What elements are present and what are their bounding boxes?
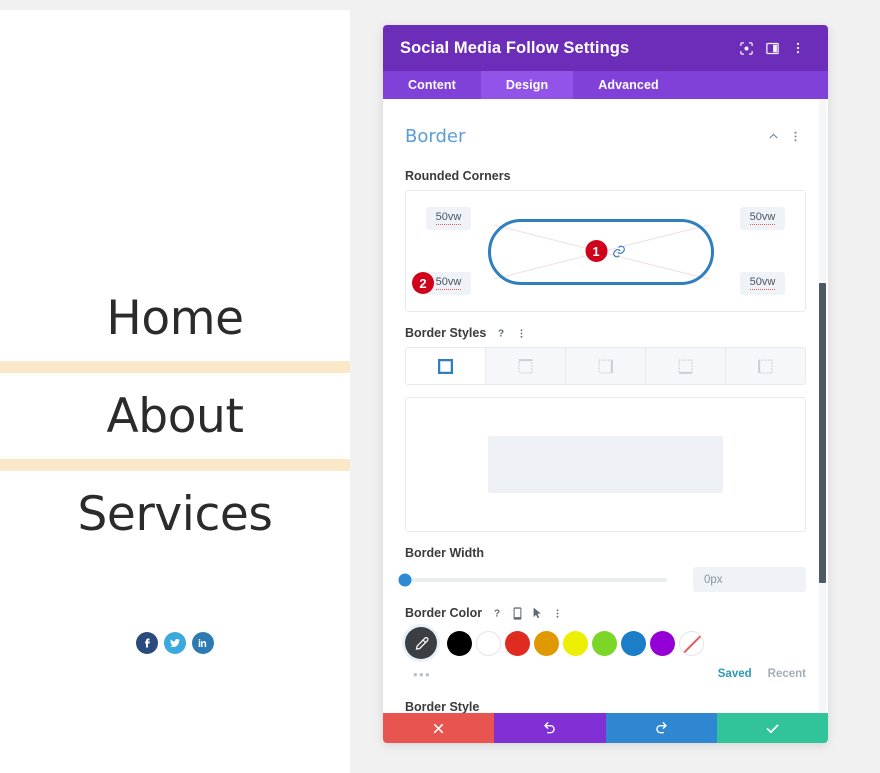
- border-style-label: Border Style: [405, 700, 480, 714]
- border-preview-element: [488, 436, 723, 493]
- corner-input-bottom-right[interactable]: 50vw: [740, 272, 785, 295]
- corner-input-top-left[interactable]: 50vw: [426, 207, 471, 230]
- svg-text:?: ?: [494, 609, 500, 620]
- rounded-corners-control: 50vw 50vw 50vw 50vw 1 2: [405, 190, 806, 312]
- border-section-header: Border: [405, 99, 806, 155]
- more-vertical-icon[interactable]: [785, 35, 811, 61]
- swatch-yellow[interactable]: [563, 630, 588, 656]
- border-styles-label: Border Styles: [405, 326, 487, 340]
- undo-button[interactable]: [494, 713, 606, 743]
- chain-link-icon[interactable]: [611, 244, 626, 259]
- corner-link-group[interactable]: 1: [585, 240, 626, 262]
- cancel-button[interactable]: [383, 713, 495, 743]
- menu-item-label: Services: [77, 486, 273, 542]
- website-preview-panel: Home About Services: [0, 10, 350, 773]
- border-style-right[interactable]: [566, 348, 646, 384]
- tab-content[interactable]: Content: [383, 71, 481, 99]
- svg-text:?: ?: [498, 329, 504, 340]
- eyedropper-icon[interactable]: [405, 627, 437, 659]
- mobile-icon[interactable]: [512, 606, 523, 620]
- split-layout-icon[interactable]: [759, 35, 785, 61]
- swatch-purple[interactable]: [650, 630, 675, 656]
- swatch-green[interactable]: [592, 630, 617, 656]
- menu-item-services[interactable]: Services: [0, 471, 350, 557]
- border-width-slider[interactable]: [398, 573, 667, 586]
- chevron-up-icon[interactable]: [762, 125, 784, 147]
- settings-modal: Social Media Follow Settings Content Des…: [383, 25, 828, 743]
- corner-value: 50vw: [749, 276, 776, 290]
- menu-divider: [0, 459, 350, 471]
- modal-body: Border Rounded Corners 50vw 50vw 50vw 50…: [383, 99, 828, 717]
- border-styles-label-row: Border Styles ?: [405, 326, 806, 340]
- menu-item-about[interactable]: About: [0, 373, 350, 459]
- viewport-focus-icon[interactable]: [733, 35, 759, 61]
- modal-tabs: Content Design Advanced: [383, 71, 828, 99]
- tab-design[interactable]: Design: [480, 71, 574, 99]
- border-width-control: 0px: [398, 567, 806, 592]
- border-style-top[interactable]: [486, 348, 566, 384]
- facebook-icon[interactable]: [136, 632, 158, 654]
- section-title: Border: [405, 125, 466, 147]
- swatch-blue[interactable]: [621, 630, 646, 656]
- border-color-label-row: Border Color ?: [405, 606, 806, 620]
- border-color-label: Border Color: [405, 606, 483, 620]
- border-width-label-row: Border Width: [405, 546, 806, 560]
- slider-thumb[interactable]: [398, 573, 412, 586]
- linkedin-icon[interactable]: [192, 632, 214, 654]
- swatch-footer: ••• Saved Recent: [405, 665, 806, 683]
- tab-advanced[interactable]: Advanced: [573, 71, 684, 99]
- modal-header: Social Media Follow Settings: [383, 25, 828, 71]
- question-mark-icon[interactable]: ?: [495, 327, 507, 340]
- border-styles-options: [405, 347, 806, 385]
- save-button[interactable]: [716, 713, 828, 743]
- modal-title: Social Media Follow Settings: [400, 38, 630, 57]
- swatch-white[interactable]: [476, 630, 501, 656]
- corner-input-top-right[interactable]: 50vw: [740, 207, 785, 230]
- annotation-badge-2: 2: [412, 272, 434, 294]
- preview-menu: Home About Services: [0, 275, 350, 557]
- corner-value: 50vw: [435, 211, 462, 225]
- modal-scrollbar[interactable]: [819, 99, 826, 717]
- menu-item-label: About: [106, 388, 244, 444]
- corner-value: 50vw: [435, 276, 462, 290]
- rounded-corners-label: Rounded Corners: [405, 169, 511, 183]
- swatch-red[interactable]: [505, 630, 530, 656]
- border-style-bottom[interactable]: [646, 348, 726, 384]
- tab-recent-colors[interactable]: Recent: [768, 668, 806, 680]
- tab-saved-colors[interactable]: Saved: [718, 668, 752, 680]
- twitter-icon[interactable]: [164, 632, 186, 654]
- corner-value: 50vw: [749, 211, 776, 225]
- more-vertical-icon[interactable]: [784, 125, 806, 147]
- rounded-corners-label-row: Rounded Corners: [405, 169, 806, 183]
- swatch-none[interactable]: [679, 630, 704, 656]
- border-width-input[interactable]: 0px: [693, 567, 806, 592]
- border-width-label: Border Width: [405, 546, 485, 560]
- question-mark-icon[interactable]: ?: [491, 607, 503, 620]
- annotation-badge-1: 1: [585, 240, 607, 262]
- swatch-orange[interactable]: [534, 630, 559, 656]
- border-style-all-sides[interactable]: [406, 348, 486, 384]
- scrollbar-thumb[interactable]: [819, 283, 826, 583]
- modal-footer: [383, 713, 828, 743]
- menu-item-label: Home: [106, 290, 244, 346]
- border-preview-area: [405, 397, 806, 532]
- menu-divider: [0, 361, 350, 373]
- cursor-icon[interactable]: [532, 607, 543, 620]
- more-vertical-icon[interactable]: [552, 608, 563, 619]
- color-swatch-row: [405, 627, 806, 659]
- more-vertical-icon[interactable]: [516, 328, 527, 339]
- swatch-black[interactable]: [447, 630, 472, 656]
- more-colors-dots[interactable]: •••: [405, 667, 702, 682]
- menu-item-home[interactable]: Home: [0, 275, 350, 361]
- social-follow-row: [0, 632, 350, 654]
- border-style-left[interactable]: [726, 348, 805, 384]
- redo-button[interactable]: [605, 713, 717, 743]
